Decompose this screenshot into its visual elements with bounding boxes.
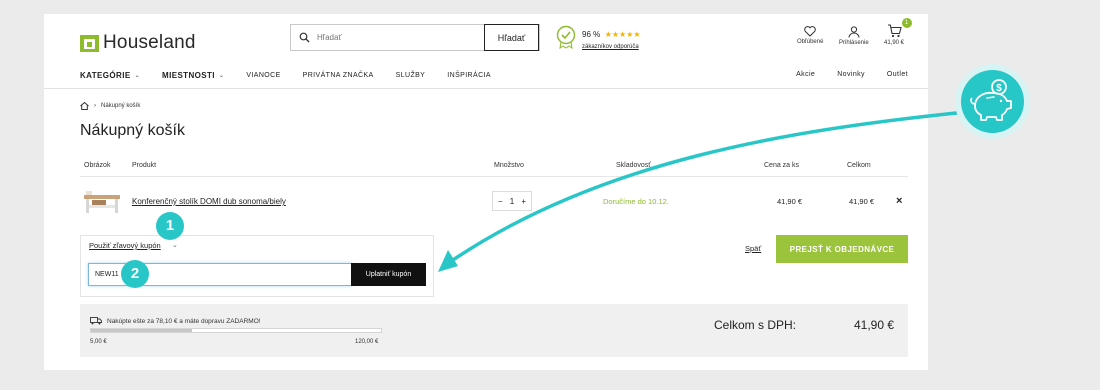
piggy-bank-icon: $ bbox=[970, 79, 1012, 121]
svg-text:$: $ bbox=[996, 83, 1002, 94]
piggy-bank-badge: $ bbox=[961, 70, 1024, 133]
annotation-marker-2: 2 bbox=[121, 260, 149, 288]
annotation-arrow bbox=[438, 110, 968, 272]
annotation-marker-1: 1 bbox=[156, 212, 184, 240]
